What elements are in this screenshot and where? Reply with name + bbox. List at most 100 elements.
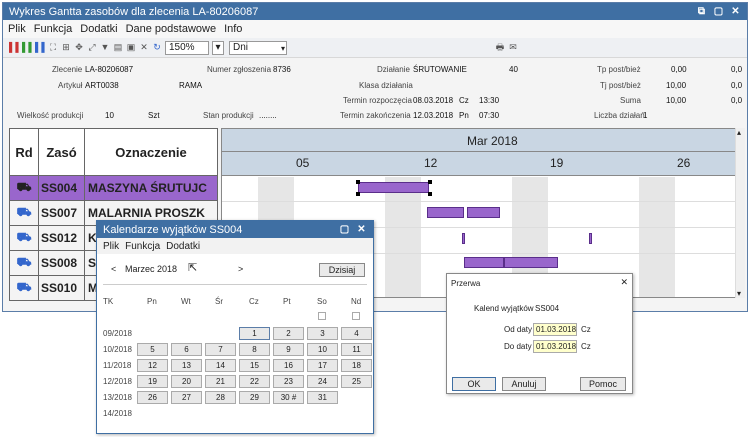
menu-dodatki[interactable]: Dodatki — [80, 23, 117, 35]
dzialanie-value: ŚRUTOWANIE — [413, 65, 467, 74]
menu-funkcja[interactable]: Funkcja — [34, 23, 73, 35]
vertical-scrollbar[interactable]: ▴ ▾ — [735, 128, 745, 298]
menu-plik[interactable]: Plik — [103, 241, 119, 252]
gantt-bar[interactable] — [427, 207, 464, 218]
gantt-bar[interactable] — [358, 182, 429, 193]
day-button[interactable]: 19 — [137, 375, 168, 388]
resize-handle[interactable] — [428, 192, 432, 196]
suma-value2: 0,0 — [731, 96, 743, 105]
maximize-icon[interactable]: ▢ — [339, 224, 350, 235]
print-icon[interactable]: 🖶 — [495, 42, 505, 53]
gantt-bar[interactable] — [462, 233, 465, 244]
col-rd[interactable]: Rd — [9, 128, 39, 176]
folder-icon[interactable]: ▤ — [113, 42, 123, 53]
day-button[interactable]: 24 — [307, 375, 338, 388]
gantt-bar[interactable] — [504, 257, 558, 268]
day-button[interactable]: 18 — [341, 359, 372, 372]
save-icon[interactable]: ▣ — [126, 42, 136, 53]
close-icon[interactable]: ✕ — [620, 277, 628, 288]
weekend-checkbox[interactable] — [352, 312, 360, 320]
day-button[interactable]: 1 — [239, 327, 270, 340]
day-button[interactable]: 21 — [205, 375, 236, 388]
day-button[interactable]: 22 — [239, 375, 270, 388]
filter-icon[interactable]: ▼ — [100, 42, 110, 53]
mail-icon[interactable]: ✉ — [508, 42, 518, 53]
today-button[interactable]: Dzisiaj — [319, 263, 365, 277]
nr-value: 8736 — [273, 65, 291, 74]
week-label: 09/2018 — [103, 329, 132, 338]
move-icon[interactable]: ✥ — [74, 42, 84, 53]
gantt-bar[interactable] — [589, 233, 592, 244]
day-button[interactable]: 15 — [239, 359, 270, 372]
menu-funkcja[interactable]: Funkcja — [125, 241, 160, 252]
day-button[interactable]: 28 — [205, 391, 236, 404]
menu-dodatki[interactable]: Dodatki — [166, 241, 200, 252]
day-button[interactable]: 23 — [273, 375, 304, 388]
day-button[interactable]: 25 — [341, 375, 372, 388]
close-icon[interactable]: ✕ — [730, 6, 741, 17]
day-button[interactable]: 6 — [171, 343, 202, 356]
ok-button[interactable]: OK — [452, 377, 496, 391]
delete-icon[interactable]: ✕ — [139, 42, 149, 53]
day-button[interactable]: 26 — [137, 391, 168, 404]
od-date-field[interactable]: 01.03.2018 — [533, 323, 577, 336]
row-code: SS010 — [38, 275, 85, 301]
unit-select[interactable]: Dni ▾ — [229, 40, 287, 55]
scroll-up-icon[interactable]: ▴ — [737, 128, 741, 137]
col-zasob[interactable]: Zasó — [38, 128, 85, 176]
help-button[interactable]: Pomoc — [580, 377, 626, 391]
menu-info[interactable]: Info — [224, 23, 242, 35]
day-button[interactable]: 8 — [239, 343, 270, 356]
day-button[interactable]: 3 — [307, 327, 338, 340]
gantt-bar[interactable] — [467, 207, 500, 218]
bars-green-icon[interactable]: ▌▌ — [22, 42, 35, 53]
stan-value: ........ — [259, 111, 277, 120]
day-button[interactable]: 30 # — [273, 391, 304, 404]
menu-plik[interactable]: Plik — [8, 23, 26, 35]
day-button[interactable]: 14 — [205, 359, 236, 372]
day-button[interactable]: 16 — [273, 359, 304, 372]
zoom-dropdown-arrow[interactable]: ▾ — [212, 40, 224, 55]
day-button[interactable]: 11 — [341, 343, 372, 356]
resize-handle[interactable] — [356, 192, 360, 196]
day-button[interactable]: 5 — [137, 343, 168, 356]
gantt-day-12: 12 — [424, 156, 438, 170]
menu-dane-podstawowe[interactable]: Dane podstawowe — [126, 23, 217, 35]
gantt-bar[interactable] — [464, 257, 504, 268]
day-button[interactable]: 9 — [273, 343, 304, 356]
scroll-down-icon[interactable]: ▾ — [737, 289, 741, 298]
table-row[interactable]: ⛟ SS004 MASZYNA ŚRUTUJC — [9, 175, 218, 201]
day-button[interactable]: 7 — [205, 343, 236, 356]
zoom-select[interactable]: 150% — [165, 40, 209, 55]
day-button[interactable]: 27 — [171, 391, 202, 404]
restore-icon[interactable]: ⧉ — [696, 6, 707, 17]
close-icon[interactable]: ✕ — [356, 224, 367, 235]
col-oznaczenie[interactable]: Oznaczenie — [84, 128, 218, 176]
day-button[interactable]: 12 — [137, 359, 168, 372]
day-button[interactable]: 13 — [171, 359, 202, 372]
day-button[interactable]: 2 — [273, 327, 304, 340]
do-date-field[interactable]: 01.03.2018 — [533, 340, 577, 353]
do-day: Cz — [581, 342, 591, 351]
title-bar: Wykres Gantta zasobów dla zlecenia LA-80… — [3, 3, 747, 20]
refresh-icon[interactable]: ↻ — [152, 42, 162, 53]
maximize-icon[interactable]: ▢ — [713, 6, 724, 17]
fit-icon[interactable]: ⛶ — [48, 42, 58, 53]
resize-handle[interactable] — [428, 180, 432, 184]
day-button[interactable]: 31 — [307, 391, 338, 404]
bars-blue-icon[interactable]: ▌▌ — [35, 42, 48, 53]
day-button[interactable]: 4 — [341, 327, 372, 340]
weekend-checkbox[interactable] — [318, 312, 326, 320]
cancel-button[interactable]: Anuluj — [502, 377, 546, 391]
tree-icon[interactable]: ⊞ — [61, 42, 71, 53]
expand-icon[interactable]: ⤢ — [87, 42, 97, 53]
next-month-button[interactable]: > — [238, 264, 243, 274]
prev-month-button[interactable]: < — [111, 264, 116, 274]
day-button[interactable]: 29 — [239, 391, 270, 404]
resize-handle[interactable] — [356, 180, 360, 184]
day-button[interactable]: 17 — [307, 359, 338, 372]
day-button[interactable]: 20 — [171, 375, 202, 388]
row-code: SS007 — [38, 200, 85, 226]
day-button[interactable]: 10 — [307, 343, 338, 356]
bars-red-icon[interactable]: ▌▌ — [9, 42, 22, 53]
